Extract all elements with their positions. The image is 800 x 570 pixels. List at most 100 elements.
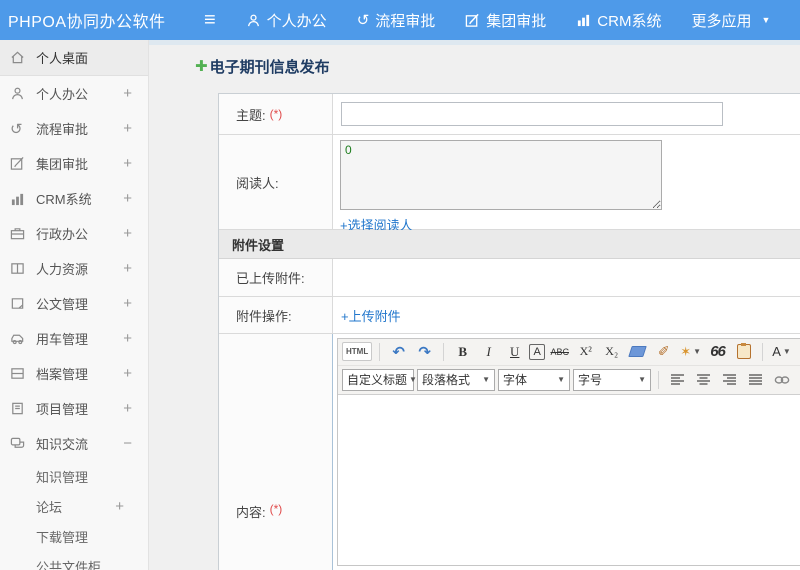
expand-toggle[interactable]: + xyxy=(123,260,132,277)
nav-label: 个人办公 xyxy=(266,12,327,30)
attachment-operation-row: 附件操作: +上传附件 xyxy=(219,297,800,334)
archive-icon xyxy=(10,366,36,381)
nav-label: CRM系统 xyxy=(597,12,662,30)
highlighter-icon: ✎ xyxy=(796,347,800,358)
sidebar-item-project-management[interactable]: 项目管理 + xyxy=(0,391,148,426)
font-style-button[interactable]: A xyxy=(529,343,546,360)
nav-group-approval[interactable]: 集团审批 xyxy=(465,10,546,31)
editor-content-area[interactable] xyxy=(338,394,800,565)
quick-format-button[interactable]: ✶ ▼ xyxy=(678,342,703,362)
chevron-down-icon: ▼ xyxy=(693,347,702,357)
heading-select[interactable]: 自定义标题 ▼ xyxy=(342,368,417,391)
sidebar-item-human-resources[interactable]: 人力资源 + xyxy=(0,251,148,286)
car-icon xyxy=(10,331,36,346)
align-left-button[interactable] xyxy=(666,370,689,390)
sidebar-item-crm-system[interactable]: CRM系统 + xyxy=(0,181,148,216)
sidebar-item-workflow-approval[interactable]: ↺ 流程审批 + xyxy=(0,111,148,146)
remove-link-button[interactable] xyxy=(796,370,800,390)
insert-link-button[interactable] xyxy=(770,370,793,390)
sidebar-subitem-forum[interactable]: 论坛 + xyxy=(0,491,148,521)
sidebar-item-group-approval[interactable]: 集团审批 + xyxy=(0,146,148,181)
underline-button[interactable]: U xyxy=(503,342,526,362)
expand-toggle[interactable]: + xyxy=(123,330,132,347)
plus-icon: ✚ xyxy=(195,58,208,75)
subject-label-cell: 主题: (*) xyxy=(219,94,333,135)
person-icon xyxy=(246,13,261,28)
main-content: ✚ 电子期刊信息发布 主题: (*) 阅读人: 0 +选择阅读人 请选择阅读人,… xyxy=(149,40,800,570)
bold-button[interactable]: B xyxy=(451,342,474,362)
clipboard-icon xyxy=(736,343,751,360)
app-logo: PHPOA协同办公软件 xyxy=(8,14,166,31)
undo-icon[interactable]: ↶ xyxy=(387,342,410,362)
edit-icon xyxy=(465,13,480,28)
readers-row: 阅读人: 0 +选择阅读人 请选择阅读人,不选为所有人可查看 提醒阅读人： 短消… xyxy=(219,135,800,256)
toolbar-separator xyxy=(658,370,659,389)
nav-more-apps[interactable]: 更多应用 ▼ xyxy=(691,10,770,31)
format-brush-icon[interactable]: ✐ xyxy=(652,342,675,362)
sidebar-subitem-public-file-cabinet[interactable]: 公共文件柜 xyxy=(0,551,148,570)
expand-toggle[interactable]: + xyxy=(123,295,132,312)
chevron-down-icon: ▼ xyxy=(482,375,490,385)
blockquote-button[interactable]: 66 xyxy=(706,342,729,362)
readers-textarea[interactable]: 0 xyxy=(340,140,662,211)
bar-chart-icon xyxy=(10,192,36,206)
heading-select-value: 自定义标题 xyxy=(347,373,408,388)
justify-button[interactable] xyxy=(744,370,767,390)
eraser-icon xyxy=(628,346,648,358)
expand-toggle[interactable]: + xyxy=(123,400,132,417)
expand-toggle[interactable]: + xyxy=(123,120,132,137)
paste-as-text-button[interactable] xyxy=(732,342,755,362)
sidebar-item-personal-office[interactable]: 个人办公 + xyxy=(0,76,148,111)
expand-toggle[interactable]: + xyxy=(123,225,132,242)
uploaded-label-cell: 已上传附件: xyxy=(219,258,333,297)
sidebar-item-knowledge-exchange[interactable]: 知识交流 − xyxy=(0,426,148,461)
expand-toggle[interactable]: + xyxy=(115,498,124,515)
content-label: 内容: xyxy=(236,504,266,520)
publish-form: 主题: (*) 阅读人: 0 +选择阅读人 请选择阅读人,不选为所有人可查看 提… xyxy=(218,93,800,570)
font-size-select[interactable]: 字号 ▼ xyxy=(573,368,651,391)
sidebar-item-personal-desktop[interactable]: 个人桌面 xyxy=(0,40,148,76)
sidebar-item-vehicle-management[interactable]: 用车管理 + xyxy=(0,321,148,356)
chevron-down-icon: ▼ xyxy=(409,375,417,385)
subject-input[interactable] xyxy=(341,102,723,127)
magic-wand-icon: ✶ xyxy=(680,343,692,359)
expand-toggle[interactable]: + xyxy=(123,155,132,172)
sidebar-subitem-download-management[interactable]: 下载管理 xyxy=(0,521,148,551)
subscript-button[interactable]: X₂ xyxy=(600,342,623,362)
redo-icon[interactable]: ↷ xyxy=(413,342,436,362)
nav-workflow-approval[interactable]: ↺ 流程审批 xyxy=(357,10,436,31)
font-family-select[interactable]: 字体 ▼ xyxy=(498,368,570,391)
remove-format-button[interactable] xyxy=(626,342,649,362)
nav-crm-system[interactable]: CRM系统 xyxy=(576,10,661,31)
strikethrough-button[interactable]: ABC xyxy=(548,342,571,362)
readers-label-cell: 阅读人: xyxy=(219,135,333,230)
expand-toggle[interactable]: + xyxy=(123,190,132,207)
expand-toggle[interactable]: + xyxy=(123,365,132,382)
sidebar-subitem-label: 知识管理 xyxy=(36,469,89,485)
italic-button[interactable]: I xyxy=(477,342,500,362)
sidebar-subitem-knowledge-management[interactable]: 知识管理 xyxy=(0,461,148,491)
superscript-button[interactable]: X² xyxy=(574,342,597,362)
expand-toggle[interactable]: + xyxy=(123,85,132,102)
sidebar-item-label: 公文管理 xyxy=(36,297,89,312)
upload-attachment-link[interactable]: +上传附件 xyxy=(341,306,401,325)
sidebar-item-label: 个人办公 xyxy=(36,87,89,102)
nav-personal-office[interactable]: 个人办公 xyxy=(246,10,327,31)
align-right-button[interactable] xyxy=(718,370,741,390)
nav-label: 更多应用 xyxy=(691,12,752,30)
paragraph-format-select[interactable]: 段落格式 ▼ xyxy=(417,368,495,391)
highlight-color-button[interactable]: ✎▼ xyxy=(796,342,800,362)
paragraph-select-value: 段落格式 xyxy=(422,373,471,388)
subject-row: 主题: (*) xyxy=(219,94,800,136)
sidebar-item-admin-office[interactable]: 行政办公 + xyxy=(0,216,148,251)
align-right-icon xyxy=(722,374,736,386)
html-source-button[interactable]: HTML xyxy=(342,342,373,362)
collapse-toggle[interactable]: − xyxy=(123,435,132,452)
font-color-a: A xyxy=(772,344,781,360)
link-icon xyxy=(774,376,789,384)
sidebar-item-archive-management[interactable]: 档案管理 + xyxy=(0,356,148,391)
align-center-button[interactable] xyxy=(692,370,715,390)
sidebar-item-document-management[interactable]: 公文管理 + xyxy=(0,286,148,321)
font-color-button[interactable]: A ▼ xyxy=(770,342,793,362)
hamburger-menu-icon[interactable]: ≡ xyxy=(204,10,216,30)
